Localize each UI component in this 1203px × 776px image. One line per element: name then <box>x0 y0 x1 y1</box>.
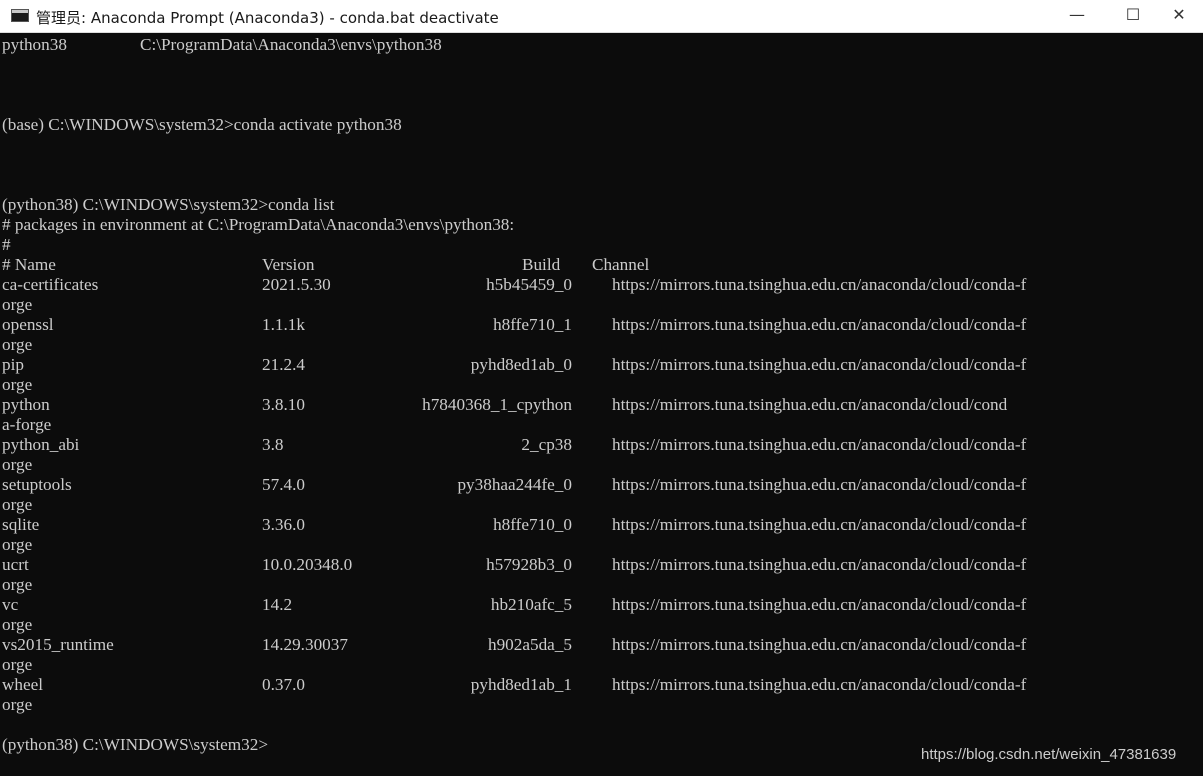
package-build: py38haa244fe_0 <box>457 475 572 494</box>
package-build: hb210afc_5 <box>490 595 572 614</box>
package-channel: https://mirrors.tuna.tsinghua.edu.cn/ana… <box>612 355 1027 374</box>
package-channel-wrap: orge <box>2 615 33 634</box>
package-build: 2_cp38 <box>521 435 572 454</box>
package-channel-wrap: orge <box>2 655 33 674</box>
window-title-bar[interactable]: 管理员: Anaconda Prompt (Anaconda3) - conda… <box>0 0 1203 33</box>
package-version: 0.37.0 <box>262 675 305 694</box>
package-version: 10.0.20348.0 <box>262 555 353 574</box>
package-build: pyhd8ed1ab_0 <box>470 355 572 374</box>
package-channel: https://mirrors.tuna.tsinghua.edu.cn/ana… <box>612 595 1027 614</box>
watermark-text: https://blog.csdn.net/weixin_47381639 <box>921 746 1177 763</box>
package-channel-wrap: orge <box>2 455 33 474</box>
package-channel-wrap: orge <box>2 375 33 394</box>
package-channel-wrap: orge <box>2 335 33 354</box>
package-version: 14.2 <box>262 595 293 614</box>
package-build: h57928b3_0 <box>486 555 572 574</box>
package-channel-wrap: a-forge <box>2 415 52 434</box>
conda-list-command-line: (python38) C:\WINDOWS\system32>conda lis… <box>2 195 335 214</box>
package-name: sqlite <box>2 515 40 534</box>
package-build: h902a5da_5 <box>487 635 572 654</box>
package-build: h7840368_1_cpython <box>422 395 572 414</box>
package-channel-wrap: orge <box>2 535 33 554</box>
package-name: ca-certificates <box>2 275 99 294</box>
console-output[interactable]: python38 C:\ProgramData\Anaconda3\envs\p… <box>0 34 1203 776</box>
package-channel: https://mirrors.tuna.tsinghua.edu.cn/ana… <box>612 315 1027 334</box>
package-channel: https://mirrors.tuna.tsinghua.edu.cn/ana… <box>612 435 1027 454</box>
comment-hash-line: # <box>2 235 11 254</box>
package-name: openssl <box>2 315 54 334</box>
package-name: python_abi <box>2 435 80 454</box>
terminal-icon <box>11 9 29 22</box>
package-version: 1.1.1k <box>262 315 305 334</box>
column-name-header: # Name <box>2 255 56 274</box>
package-name: python <box>2 395 50 414</box>
package-channel: https://mirrors.tuna.tsinghua.edu.cn/ana… <box>612 475 1027 494</box>
column-channel-header: Channel <box>592 255 650 274</box>
package-build: h8ffe710_1 <box>493 315 572 334</box>
package-version: 3.8 <box>262 435 284 454</box>
package-channel-wrap: orge <box>2 295 33 314</box>
package-channel-wrap: orge <box>2 495 33 514</box>
package-version: 21.2.4 <box>262 355 305 374</box>
column-build-header: Build <box>522 255 561 274</box>
package-name: vs2015_runtime <box>2 635 114 654</box>
maximize-button[interactable]: ☐ <box>1110 0 1156 32</box>
package-version: 3.36.0 <box>262 515 305 534</box>
package-name: setuptools <box>2 475 72 494</box>
package-version: 3.8.10 <box>262 395 305 414</box>
package-name: wheel <box>2 675 44 694</box>
package-build: pyhd8ed1ab_1 <box>470 675 572 694</box>
package-build: h8ffe710_0 <box>493 515 572 534</box>
package-channel: https://mirrors.tuna.tsinghua.edu.cn/ana… <box>612 395 1008 414</box>
package-version: 14.29.30037 <box>262 635 348 654</box>
package-channel: https://mirrors.tuna.tsinghua.edu.cn/ana… <box>612 555 1027 574</box>
package-channel: https://mirrors.tuna.tsinghua.edu.cn/ana… <box>612 675 1027 694</box>
column-version-header: Version <box>262 255 315 274</box>
package-version: 57.4.0 <box>262 475 305 494</box>
package-channel: https://mirrors.tuna.tsinghua.edu.cn/ana… <box>612 275 1027 294</box>
activate-command-line: (base) C:\WINDOWS\system32>conda activat… <box>2 115 402 134</box>
package-build: h5b45459_0 <box>486 275 572 294</box>
close-button[interactable]: ✕ <box>1156 0 1202 32</box>
window-title: 管理员: Anaconda Prompt (Anaconda3) - conda… <box>36 9 499 27</box>
minimize-button[interactable]: — <box>1054 0 1100 32</box>
package-channel-wrap: orge <box>2 575 33 594</box>
packages-header-line: # packages in environment at C:\ProgramD… <box>2 215 515 234</box>
package-name: pip <box>2 355 24 374</box>
package-channel-wrap: orge <box>2 695 33 714</box>
env-path-line: python38 C:\ProgramData\Anaconda3\envs\p… <box>2 35 442 54</box>
package-name: ucrt <box>2 555 29 574</box>
final-prompt-line[interactable]: (python38) C:\WINDOWS\system32> <box>2 735 268 755</box>
package-channel: https://mirrors.tuna.tsinghua.edu.cn/ana… <box>612 515 1027 534</box>
package-channel: https://mirrors.tuna.tsinghua.edu.cn/ana… <box>612 635 1027 654</box>
package-name: vc <box>2 595 19 614</box>
package-version: 2021.5.30 <box>262 275 331 294</box>
